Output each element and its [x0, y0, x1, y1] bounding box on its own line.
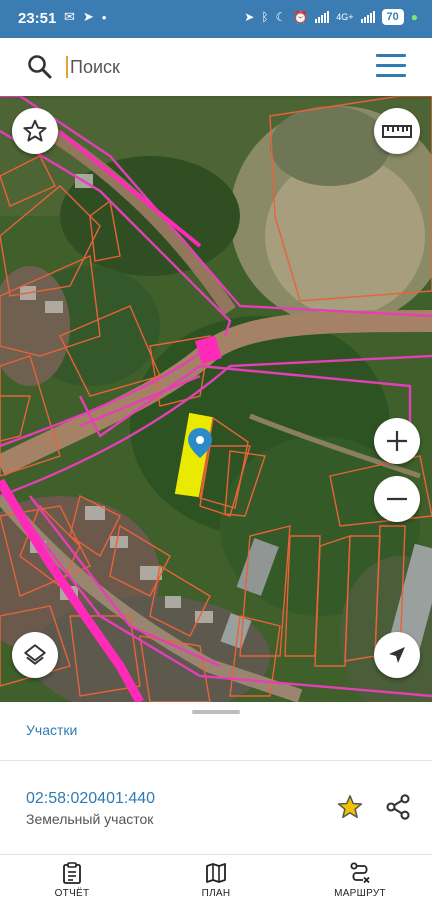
report-icon — [63, 862, 81, 884]
search-bar — [0, 38, 432, 96]
ruler-button[interactable] — [374, 108, 420, 154]
search-input[interactable] — [66, 51, 356, 83]
route-icon — [350, 862, 370, 884]
dnd-icon: ☾ — [275, 10, 287, 24]
plus-icon — [387, 431, 407, 451]
signal-icon — [315, 11, 330, 23]
status-bar: 23:51 ✉ ➤ • ➤ ᛒ ☾ ⏰ 4G+ 70 ● — [0, 0, 432, 38]
nav-report-label: ОТЧЁТ — [54, 888, 90, 899]
location-icon: ➤ — [244, 10, 255, 24]
zoom-in-button[interactable] — [374, 418, 420, 464]
nav-route[interactable]: МАРШРУТ — [320, 861, 400, 899]
dot-icon: • — [101, 9, 107, 25]
tab-parcels[interactable]: Участки — [26, 722, 77, 738]
parcel-type: Земельный участок — [26, 811, 154, 827]
parcel-sheet: Участки 02:58:020401:440 Земельный участ… — [0, 702, 432, 854]
network-type: 4G+ — [336, 12, 354, 22]
sheet-drag-handle[interactable] — [192, 710, 240, 714]
favorites-button[interactable] — [12, 108, 58, 154]
zoom-out-button[interactable] — [374, 476, 420, 522]
charging-icon: ● — [410, 10, 418, 24]
navigation-arrow-icon — [389, 647, 405, 663]
ruler-icon — [382, 125, 412, 138]
nav-route-label: МАРШРУТ — [334, 888, 386, 899]
search-icon[interactable] — [26, 53, 54, 81]
nav-report[interactable]: ОТЧЁТ — [32, 861, 112, 899]
text-cursor — [66, 56, 68, 78]
nav-plan-label: ПЛАН — [201, 888, 231, 899]
battery-icon: 70 — [381, 9, 404, 25]
bottom-navigation: ОТЧЁТ ПЛАН МАРШРУТ — [0, 854, 432, 910]
map-view[interactable] — [0, 96, 432, 702]
star-outline-icon — [23, 119, 47, 142]
alarm-icon: ⏰ — [293, 10, 309, 24]
my-location-button[interactable] — [374, 632, 420, 678]
favorite-star-icon[interactable] — [336, 793, 364, 821]
share-icon[interactable] — [384, 793, 412, 821]
satellite-map — [0, 96, 432, 702]
hamburger-menu-icon[interactable] — [376, 54, 406, 78]
telegram-icon: ➤ — [82, 9, 94, 24]
notification-icon: ✉ — [64, 9, 75, 24]
parcel-cadastral-number[interactable]: 02:58:020401:440 — [26, 790, 155, 808]
minus-icon — [387, 497, 407, 501]
signal2-icon — [360, 11, 375, 23]
map-plan-icon — [206, 863, 226, 883]
layers-button[interactable] — [12, 632, 58, 678]
layers-icon — [24, 644, 46, 665]
status-time: 23:51 — [18, 10, 57, 27]
divider — [0, 760, 432, 761]
nav-plan[interactable]: ПЛАН — [176, 861, 256, 899]
bluetooth-icon: ᛒ — [261, 10, 269, 24]
